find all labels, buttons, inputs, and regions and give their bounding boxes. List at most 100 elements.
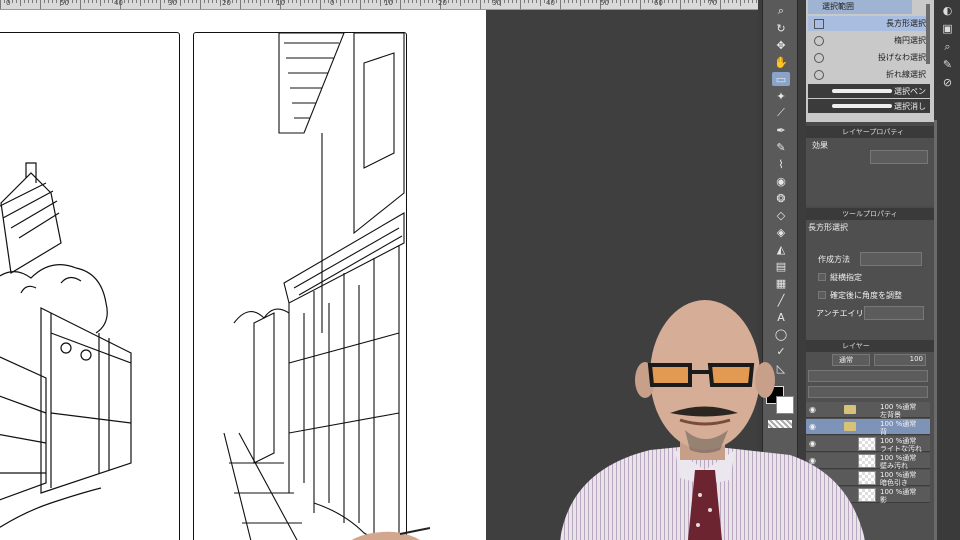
gradient-icon[interactable]: ▤ [772,259,790,273]
creation-method-buttons[interactable] [860,252,922,266]
clip-studio-window: 05040302010010203040506070 [0,0,960,540]
hand-icon[interactable]: ✋ [772,55,790,69]
pen-icon[interactable]: ✒ [772,123,790,137]
auto-select-icon[interactable]: ✦ [772,89,790,103]
ruler-tick [652,0,653,3]
right-icon-strip: ◐ ▣ ⌕ ✎ ⊘ [934,0,960,540]
ruler-label: 60 [654,0,663,7]
ruler-label: 30 [492,0,501,7]
ruler-tick [272,0,273,3]
ruler-tick [148,0,149,3]
move-icon[interactable]: ✥ [772,38,790,52]
search-icon[interactable]: ⌕ [941,40,954,53]
subtool-panel: 選択範囲 長方形選択 楕円選択 投げなわ選択 折れ線選択 選択ペン 選択消し [806,0,934,122]
ruler-tick [160,0,161,9]
ruler-tick [536,0,537,3]
ruler-tick [208,0,209,3]
subtool-polyline-select[interactable]: 折れ線選択 [808,67,930,82]
ruler-tick [680,0,681,9]
polyline-icon [814,70,824,80]
ruler-tick [336,0,337,3]
ruler-tick [632,0,633,3]
ruler-tick [264,0,265,3]
ruler-tick [296,0,297,3]
ruler-tick [88,0,89,3]
subtool-scrollbar[interactable] [926,4,930,64]
antialias-selector[interactable] [864,306,924,320]
manga-page[interactable] [0,10,486,540]
ruler-tick [184,0,185,3]
effect-buttons[interactable] [870,150,928,164]
ruler-tick [572,0,573,3]
ruler-tick [416,0,417,3]
opacity-slider[interactable]: 100 [874,354,926,366]
subtool-rectangle-select[interactable]: 長方形選択 [808,16,930,31]
ruler-tick [300,0,301,6]
subtool-group-header[interactable]: 選択範囲 [808,0,912,14]
ruler-tick [292,0,293,3]
ruler-tick [216,0,217,3]
ruler-tick [268,0,269,3]
layer-search-icon[interactable]: ⊘ [941,76,954,89]
ruler-tick [192,0,193,3]
ruler-tick [12,0,13,3]
ruler-tick [704,0,705,3]
ruler-tick [640,0,641,9]
creation-method-label: 作成方法 [818,255,850,264]
fill-icon[interactable]: ◭ [772,242,790,256]
selection-icon[interactable]: ▭ [772,72,790,86]
ruler-tick [648,0,649,3]
ruler-tick [584,0,585,3]
ruler-tick [240,0,241,9]
zoom-icon[interactable]: ⌕ [772,4,790,18]
ellipse-icon [814,36,824,46]
ruler-tick [676,0,677,3]
ruler-tick [436,0,437,3]
ruler-tick [728,0,729,3]
ruler-tick [396,0,397,3]
ruler-label: 20 [222,0,231,7]
tool-property-tab[interactable]: ツールプロパティ [806,208,934,220]
ruler-tick [372,0,373,3]
brush-icon[interactable]: ⌇ [772,157,790,171]
ruler-tick [220,0,221,6]
ruler-tick [164,0,165,3]
subtool-selection-pen[interactable]: 選択ペン [808,84,930,98]
ruler-tick [504,0,505,3]
blend-icon[interactable]: ◈ [772,225,790,239]
ruler-tick [84,0,85,3]
subtool-selection-eraser[interactable]: 選択消し [808,99,930,113]
ruler-label: 50 [600,0,609,7]
ruler-tick [464,0,465,3]
subview-icon[interactable]: ▣ [941,22,954,35]
comic-panel-left[interactable] [0,32,180,540]
comic-panel-right[interactable] [193,32,407,540]
ruler-tick [580,0,581,6]
ruler-tick [44,0,45,3]
ruler-tick [412,0,413,3]
dock-scrollbar[interactable] [934,120,937,540]
ruler-tick [368,0,369,3]
tool-property-title: 長方形選択 [808,223,848,232]
eyedropper-icon[interactable]: ⟋ [772,106,790,120]
navigator-icon[interactable]: ◐ [941,4,954,17]
ruler-tick [340,0,341,6]
ruler-tick [404,0,405,3]
decoration-icon[interactable]: ❂ [772,191,790,205]
subtool-lasso-select[interactable]: 投げなわ選択 [808,50,930,65]
eraser-icon[interactable]: ◇ [772,208,790,222]
brush-settings-icon[interactable]: ✎ [941,58,954,71]
layer-property-tab[interactable]: レイヤープロパティ [806,126,934,138]
ruler-label: 30 [168,0,177,7]
pencil-icon[interactable]: ✎ [772,140,790,154]
ruler-tick [696,0,697,3]
ruler-tick [484,0,485,3]
rotate-icon[interactable]: ↻ [772,21,790,35]
airbrush-icon[interactable]: ◉ [772,174,790,188]
ruler-tick [592,0,593,3]
ruler-tick [324,0,325,3]
top-ruler: 0 50 40 30 20 10 0 10 20 30 40 50 60 70 [0,0,758,10]
ruler-tick [36,0,37,3]
subtool-ellipse-select[interactable]: 楕円選択 [808,33,930,48]
ruler-tick [204,0,205,3]
